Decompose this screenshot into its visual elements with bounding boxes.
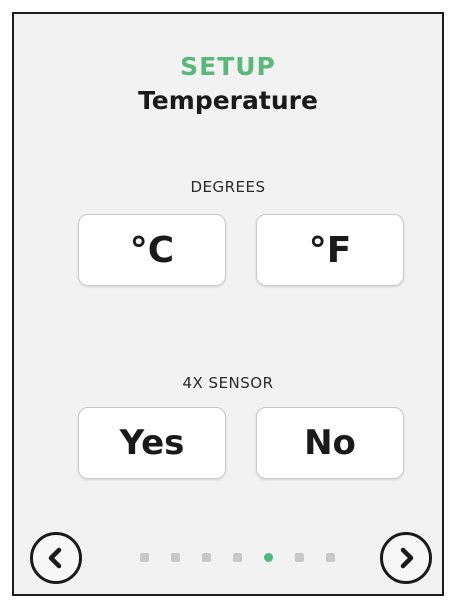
setup-screen: SETUP Temperature DEGREES °C °F 4X SENSO… bbox=[12, 12, 444, 596]
page-dot bbox=[326, 553, 335, 562]
celsius-button[interactable]: °C bbox=[78, 214, 226, 286]
page-indicator bbox=[140, 553, 338, 563]
sensor-yes-button[interactable]: Yes bbox=[78, 407, 226, 479]
sensor-no-button[interactable]: No bbox=[256, 407, 404, 479]
page-title: Temperature bbox=[138, 86, 318, 115]
page-dot bbox=[202, 553, 211, 562]
page-dot bbox=[171, 553, 180, 562]
previous-button[interactable] bbox=[30, 532, 82, 584]
setup-label: SETUP bbox=[180, 52, 276, 81]
page-dot bbox=[140, 553, 149, 562]
chevron-right-icon bbox=[400, 547, 414, 569]
sensor-label: 4X SENSOR bbox=[182, 374, 274, 392]
page-dot bbox=[295, 553, 304, 562]
page-dot bbox=[233, 553, 242, 562]
chevron-left-icon bbox=[48, 547, 62, 569]
page-dot-active bbox=[264, 553, 273, 562]
degrees-label: DEGREES bbox=[190, 178, 266, 196]
next-button[interactable] bbox=[380, 532, 432, 584]
fahrenheit-button[interactable]: °F bbox=[256, 214, 404, 286]
